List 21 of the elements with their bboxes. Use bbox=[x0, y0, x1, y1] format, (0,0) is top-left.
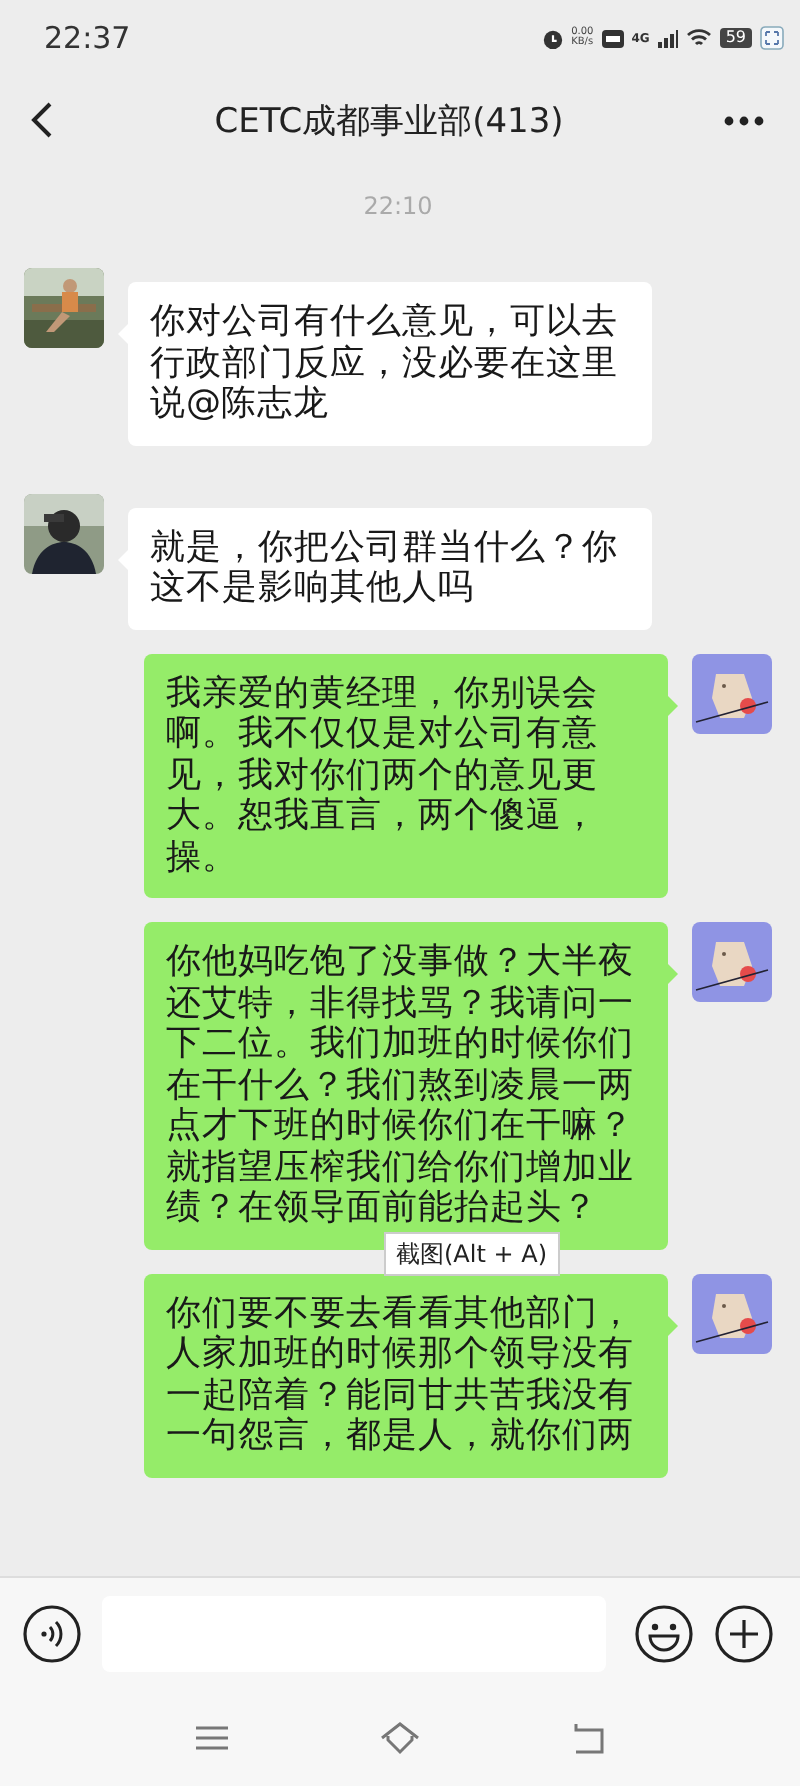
chat-title: CETC成都事业部(413) bbox=[214, 99, 564, 143]
message-bubble: 我亲爱的黄经理，你别误会啊。我不仅仅是对公司有意见，我对你们两个的意见更大。恕我直言，两个傻逼，操。 bbox=[144, 653, 668, 898]
emoji-icon[interactable] bbox=[634, 1604, 694, 1664]
back-icon[interactable] bbox=[30, 102, 54, 138]
signal-icon bbox=[657, 29, 678, 47]
back-nav-icon[interactable] bbox=[570, 1722, 606, 1754]
alarm-icon bbox=[541, 27, 564, 49]
home-icon[interactable] bbox=[378, 1720, 422, 1756]
message-bubble: 你对公司有什么意见，可以去行政部门反应，没必要在这里说@陈志龙 bbox=[128, 282, 652, 445]
message-bubble: 就是，你把公司群当什么？你这不是影响其他人吗 bbox=[128, 507, 652, 629]
status-time: 22:37 bbox=[44, 20, 131, 56]
screenshot-icon[interactable] bbox=[760, 26, 784, 50]
more-icon[interactable] bbox=[724, 115, 764, 125]
wifi-icon bbox=[685, 28, 712, 48]
battery-level: 59 bbox=[719, 28, 752, 48]
message-bubble: 你们要不要去看看其他部门，人家加班的时候那个领导没有一起陪着？能同甘共苦我没有一句怨言，都是人，就你们两 bbox=[144, 1273, 668, 1477]
message-time: 22:10 bbox=[363, 192, 433, 220]
menu-icon[interactable] bbox=[194, 1724, 230, 1752]
tooltip: 截图(Alt + A) bbox=[384, 1231, 560, 1275]
add-icon[interactable] bbox=[714, 1604, 774, 1664]
voice-icon[interactable] bbox=[22, 1604, 82, 1664]
